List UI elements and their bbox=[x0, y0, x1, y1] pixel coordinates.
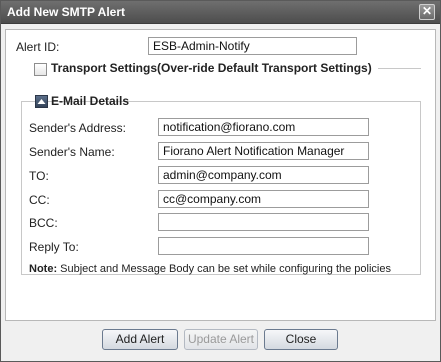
email-details-title: E-Mail Details bbox=[51, 94, 130, 108]
senders-name-label: Sender's Name: bbox=[29, 145, 115, 159]
senders-address-input[interactable]: notification@fiorano.com bbox=[158, 118, 369, 136]
bcc-label: BCC: bbox=[29, 216, 58, 230]
close-icon[interactable]: ✕ bbox=[419, 4, 435, 20]
policy-note: Note: Subject and Message Body can be se… bbox=[29, 263, 391, 275]
reply-to-label: Reply To: bbox=[29, 240, 79, 254]
transport-settings-checkbox[interactable] bbox=[34, 63, 47, 76]
update-alert-button[interactable]: Update Alert bbox=[184, 329, 258, 350]
dialog-title: Add New SMTP Alert bbox=[7, 5, 126, 19]
cc-label: CC: bbox=[29, 193, 50, 207]
add-smtp-alert-dialog: Add New SMTP Alert ✕ Alert ID: ESB-Admin… bbox=[0, 0, 441, 362]
close-button[interactable]: Close bbox=[264, 329, 338, 350]
to-input[interactable]: admin@company.com bbox=[158, 166, 369, 184]
alert-id-input[interactable]: ESB-Admin-Notify bbox=[148, 37, 357, 55]
cc-input[interactable]: cc@company.com bbox=[158, 190, 369, 208]
divider bbox=[378, 68, 421, 69]
bcc-input[interactable] bbox=[158, 213, 369, 231]
add-alert-button[interactable]: Add Alert bbox=[102, 329, 178, 350]
note-prefix: Note: bbox=[29, 263, 58, 275]
dialog-content: Alert ID: ESB-Admin-Notify Transport Set… bbox=[5, 29, 436, 321]
senders-name-input[interactable]: Fiorano Alert Notification Manager bbox=[158, 142, 369, 160]
reply-to-input[interactable] bbox=[158, 237, 369, 255]
to-label: TO: bbox=[29, 169, 49, 183]
alert-id-label: Alert ID: bbox=[16, 40, 60, 54]
email-details-legend: E-Mail Details bbox=[35, 94, 129, 108]
transport-settings-label: Transport Settings(Over-ride Default Tra… bbox=[51, 61, 372, 75]
senders-address-label: Sender's Address: bbox=[29, 121, 127, 135]
note-text: Subject and Message Body can be set whil… bbox=[57, 263, 391, 275]
title-bar[interactable]: Add New SMTP Alert ✕ bbox=[1, 1, 440, 24]
collapse-icon[interactable] bbox=[35, 95, 48, 108]
